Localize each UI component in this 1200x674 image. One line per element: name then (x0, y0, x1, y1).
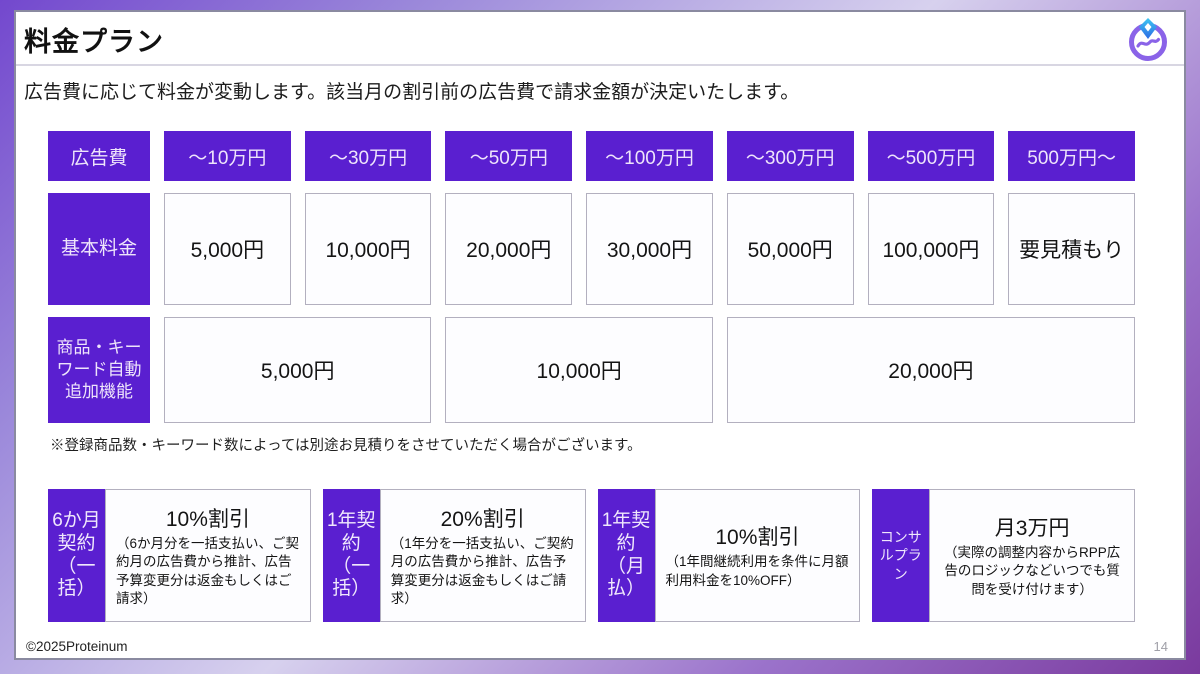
plan-label: 1年契約（一括） (323, 489, 380, 622)
plan-headline: 月3万円 (940, 512, 1124, 542)
column-header: 500万円～ (1008, 131, 1135, 181)
plan-label: コンサルプラン (872, 489, 929, 622)
column-header: ～100万円 (586, 131, 713, 181)
plan-body: 月3万円 （実際の調整内容からRPP広告のロジックなどいつでも質問を受け付けます… (929, 489, 1135, 622)
price-cell: 100,000円 (868, 193, 995, 305)
plan-label: 1年契約（月払） (598, 489, 655, 622)
page-number: 14 (1154, 639, 1168, 654)
plan-1year-monthly: 1年契約（月払） 10%割引 （1年間継続利用を条件に月額利用料金を10%OFF… (598, 489, 861, 622)
plan-6month-lump: 6か月契約（一括） 10%割引 （6か月分を一括支払い、ご契約月の広告費から推計… (48, 489, 311, 622)
slide-subtitle: 広告費に応じて料金が変動します。該当月の割引前の広告費で請求金額が決定いたします… (16, 66, 1184, 104)
plan-body: 10%割引 （6か月分を一括支払い、ご契約月の広告費から推計、広告予算変更分は返… (105, 489, 311, 622)
pricing-table: 広告費 ～10万円 ～30万円 ～50万円 ～100万円 ～300万円 ～500… (48, 131, 1135, 423)
row-label-auto-add-feature: 商品・キーワード自動追加機能 (48, 317, 150, 423)
price-cell-merged: 20,000円 (727, 317, 1135, 423)
price-cell: 要見積もり (1008, 193, 1135, 305)
plan-description: （1年分を一括支払い、ご契約月の広告費から推計、広告予算変更分は返金もしくはご請… (391, 535, 575, 608)
discount-plans: 6か月契約（一括） 10%割引 （6か月分を一括支払い、ご契約月の広告費から推計… (48, 489, 1135, 622)
price-cell-merged: 10,000円 (445, 317, 712, 423)
price-cell: 20,000円 (445, 193, 572, 305)
price-cell: 5,000円 (164, 193, 291, 305)
plan-headline: 10%割引 (666, 521, 850, 551)
row-label-basic-fee: 基本料金 (48, 193, 150, 305)
plan-body: 20%割引 （1年分を一括支払い、ご契約月の広告費から推計、広告予算変更分は返金… (380, 489, 586, 622)
plan-body: 10%割引 （1年間継続利用を条件に月額利用料金を10%OFF） (655, 489, 861, 622)
plan-description: （実際の調整内容からRPP広告のロジックなどいつでも質問を受け付けます） (940, 544, 1124, 599)
plan-headline: 20%割引 (391, 503, 575, 533)
price-cell: 30,000円 (586, 193, 713, 305)
plan-headline: 10%割引 (116, 503, 300, 533)
price-cell-merged: 5,000円 (164, 317, 431, 423)
plan-description: （1年間継続利用を条件に月額利用料金を10%OFF） (666, 553, 850, 589)
slide-header: 料金プラン (16, 12, 1184, 66)
price-cell: 50,000円 (727, 193, 854, 305)
slide: 料金プラン 広告費に応じて料金が変動します。該当月の割引前の広告費で請求金額が決… (14, 10, 1186, 660)
plan-consulting: コンサルプラン 月3万円 （実際の調整内容からRPP広告のロジックなどいつでも質… (872, 489, 1135, 622)
page-title: 料金プラン (24, 20, 164, 59)
column-header: ～300万円 (727, 131, 854, 181)
plan-1year-lump: 1年契約（一括） 20%割引 （1年分を一括支払い、ご契約月の広告費から推計、広… (323, 489, 586, 622)
column-header: ～50万円 (445, 131, 572, 181)
column-header: ～500万円 (868, 131, 995, 181)
table-corner-header: 広告費 (48, 131, 150, 181)
price-cell: 10,000円 (305, 193, 432, 305)
plan-description: （6か月分を一括支払い、ご契約月の広告費から推計、広告予算変更分は返金もしくはご… (116, 535, 300, 608)
copyright: ©2025Proteinum (26, 639, 128, 654)
column-header: ～30万円 (305, 131, 432, 181)
column-header: ～10万円 (164, 131, 291, 181)
proteinum-logo-icon (1126, 16, 1170, 62)
table-note: ※登録商品数・キーワード数によっては別途お見積りをさせていただく場合がございます… (50, 434, 1184, 455)
plan-label: 6か月契約（一括） (48, 489, 105, 622)
